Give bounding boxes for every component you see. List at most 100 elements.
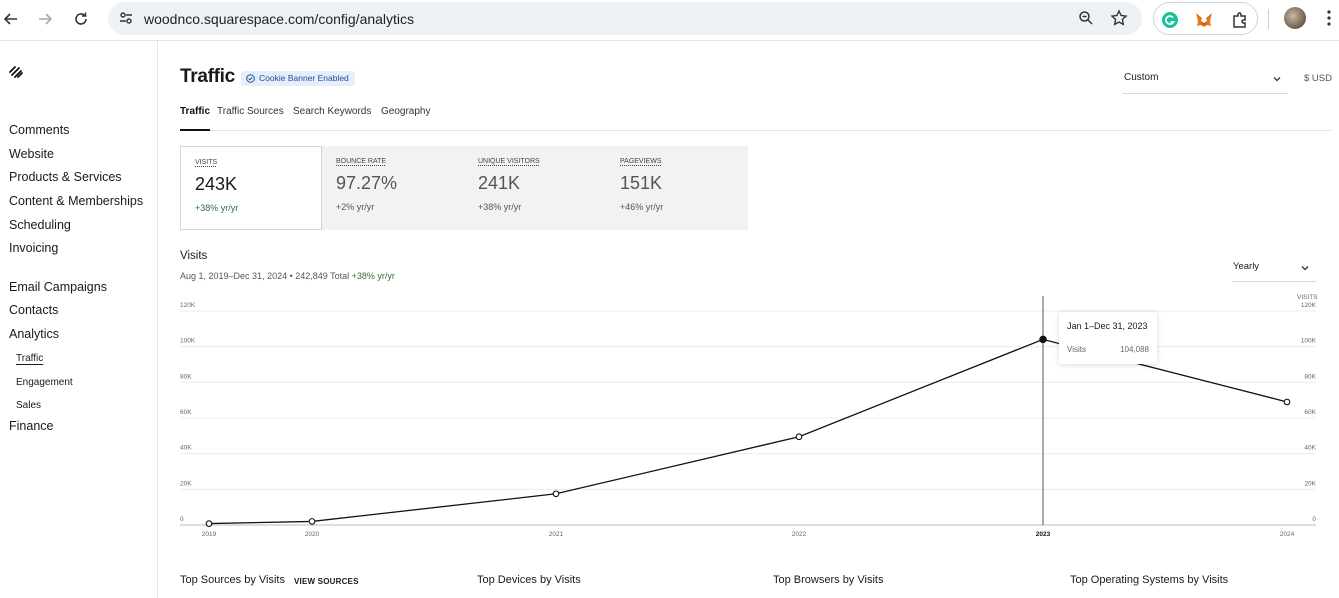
squarespace-logo-icon[interactable] xyxy=(8,65,24,79)
x-tick-label: 2020 xyxy=(305,531,320,538)
stat-change: +38% yr/yr xyxy=(195,203,239,213)
top-os-heading: Top Operating Systems by Visits xyxy=(1070,574,1229,586)
view-sources-link[interactable]: VIEW SOURCES xyxy=(294,577,359,586)
data-point xyxy=(552,490,560,498)
stat-label: VISITS xyxy=(195,159,218,166)
series-line-visits xyxy=(208,338,1288,525)
y-tick-label-right: 60K xyxy=(1304,409,1316,416)
data-point xyxy=(1283,398,1291,406)
y-tick-label-left: 40K xyxy=(180,445,192,452)
y-tick-label-right: 80K xyxy=(1304,373,1316,380)
stat-card-visits[interactable]: VISITS 243K +38% yr/yr xyxy=(180,146,322,230)
sidebar: Comments Website Products & Services Con… xyxy=(0,41,158,598)
y-tick-label-left: 120K xyxy=(180,302,196,309)
extensions-group xyxy=(1153,2,1258,35)
top-devices-heading: Top Devices by Visits xyxy=(477,574,581,586)
sidebar-item-analytics[interactable]: Analytics xyxy=(9,327,59,341)
sidebar-item-comments[interactable]: Comments xyxy=(9,123,69,137)
y-tick-label-right: 0 xyxy=(1312,516,1316,523)
reload-icon xyxy=(75,12,87,25)
grammarly-icon[interactable] xyxy=(1160,10,1180,30)
top-browsers-heading: Top Browsers by Visits xyxy=(773,574,884,586)
stat-label: PAGEVIEWS xyxy=(620,158,662,165)
y-tick-label-left: 20K xyxy=(180,480,192,487)
stat-card-pageviews[interactable]: PAGEVIEWS 151K +46% yr/yr xyxy=(606,146,748,230)
x-tick-label: 2021 xyxy=(549,531,564,538)
x-tick-label: 2022 xyxy=(792,531,807,538)
data-point xyxy=(795,433,803,441)
visits-line-chart[interactable]: 0 0 20K 20K 40K 40K 60K 60K 80K 80K 100K 100K 120K 12… xyxy=(159,296,1339,546)
tab-traffic[interactable]: Traffic xyxy=(180,106,211,131)
tooltip-label: Visits xyxy=(1067,345,1086,354)
period-select[interactable]: Yearly xyxy=(1232,255,1316,282)
stat-value: 243K xyxy=(195,174,238,194)
x-tick-label: 2023 xyxy=(1036,531,1051,538)
y-tick-label-left: 0 xyxy=(180,516,184,523)
stat-value: 241K xyxy=(478,173,521,193)
date-range-value: Custom xyxy=(1124,72,1159,83)
stat-card-unique-visitors[interactable]: UNIQUE VISITORS 241K +38% yr/yr xyxy=(464,146,606,230)
period-value: Yearly xyxy=(1233,261,1260,272)
sidebar-subitem-traffic[interactable]: Traffic xyxy=(16,353,43,364)
sidebar-item-products[interactable]: Products & Services xyxy=(9,170,122,184)
date-range-select[interactable]: Custom xyxy=(1122,69,1288,94)
extensions-puzzle-icon[interactable] xyxy=(1230,10,1250,30)
zoom-icon[interactable] xyxy=(1078,10,1094,26)
stat-change: +38% yr/yr xyxy=(478,202,522,212)
y-tick-label-right: 40K xyxy=(1304,445,1316,452)
sidebar-item-invoicing[interactable]: Invoicing xyxy=(9,241,58,255)
sidebar-item-scheduling[interactable]: Scheduling xyxy=(9,218,71,232)
sidebar-item-contacts[interactable]: Contacts xyxy=(9,303,58,317)
toolbar-divider xyxy=(1268,9,1269,29)
address-bar[interactable]: woodnco.squarespace.com/config/analytics xyxy=(108,2,1142,35)
browser-toolbar: woodnco.squarespace.com/config/analytics xyxy=(0,0,1339,41)
url-text: woodnco.squarespace.com/config/analytics xyxy=(144,11,415,27)
sidebar-subitem-sales[interactable]: Sales xyxy=(16,400,41,411)
tab-traffic-sources[interactable]: Traffic Sources xyxy=(217,106,284,131)
y-tick-label-left: 80K xyxy=(180,373,192,380)
stat-label: UNIQUE VISITORS xyxy=(478,158,540,165)
back-button[interactable] xyxy=(0,8,22,30)
tab-search-keywords[interactable]: Search Keywords xyxy=(293,106,371,131)
sidebar-subitem-engagement[interactable]: Engagement xyxy=(16,377,73,388)
back-arrow-icon xyxy=(3,13,17,25)
tooltip-range: Jan 1–Dec 31, 2023 xyxy=(1067,321,1148,331)
chevron-down-icon xyxy=(1301,266,1309,271)
tab-geography[interactable]: Geography xyxy=(381,106,430,131)
main-content: Traffic Cookie Banner Enabled Custom $ U… xyxy=(159,41,1339,598)
chevron-down-icon xyxy=(1273,77,1281,82)
y-tick-label-right: 100K xyxy=(1301,338,1317,345)
bookmark-star-icon[interactable] xyxy=(1110,9,1128,27)
metamask-icon[interactable] xyxy=(1194,10,1214,30)
cookie-banner-badge-label: Cookie Banner Enabled xyxy=(259,73,349,83)
top-sources-heading: Top Sources by Visits xyxy=(180,574,285,586)
stat-card-bounce-rate[interactable]: BOUNCE RATE 97.27% +2% yr/yr xyxy=(322,146,464,230)
browser-menu-icon[interactable] xyxy=(1326,9,1332,27)
page-title: Traffic xyxy=(180,66,235,87)
sidebar-item-content[interactable]: Content & Memberships xyxy=(9,194,143,208)
chart-subtitle-text: Aug 1, 2019–Dec 31, 2024 • 242,849 Total xyxy=(180,271,350,281)
chart-subtitle-change: +38% yr/yr xyxy=(351,271,395,281)
x-tick-label: 2024 xyxy=(1280,531,1295,538)
sidebar-item-email-campaigns[interactable]: Email Campaigns xyxy=(9,280,107,294)
sidebar-item-website[interactable]: Website xyxy=(9,147,54,161)
currency-label: $ USD xyxy=(1304,73,1332,84)
reload-button[interactable] xyxy=(70,8,92,30)
data-point xyxy=(1039,335,1047,344)
check-circle-icon xyxy=(246,74,255,83)
analytics-tabs: Traffic Traffic Sources Search Keywords … xyxy=(180,104,1331,131)
data-point xyxy=(205,520,213,527)
chart-title: Visits xyxy=(180,250,208,262)
y-tick-label-left: 60K xyxy=(180,409,192,416)
profile-avatar[interactable] xyxy=(1284,7,1306,29)
forward-button[interactable] xyxy=(34,8,56,30)
stats-cards: VISITS 243K +38% yr/yr BOUNCE RATE 97.27… xyxy=(180,146,748,230)
stat-value: 97.27% xyxy=(336,173,398,193)
tooltip-value: 104,088 xyxy=(1120,345,1149,354)
x-tick-label: 2019 xyxy=(202,531,217,538)
stat-value: 151K xyxy=(620,173,663,193)
stat-label: BOUNCE RATE xyxy=(336,158,387,165)
forward-arrow-icon xyxy=(39,13,53,25)
stat-change: +2% yr/yr xyxy=(336,202,375,212)
sidebar-item-finance[interactable]: Finance xyxy=(9,419,53,433)
